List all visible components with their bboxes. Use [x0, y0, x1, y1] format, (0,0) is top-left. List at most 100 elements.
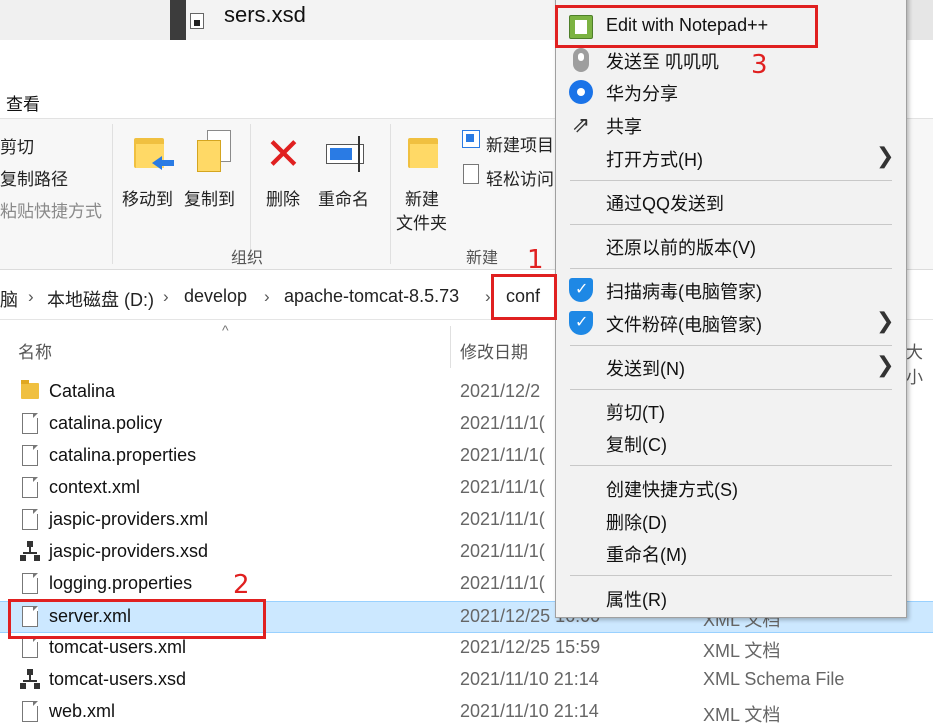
breadcrumb-item[interactable]: apache-tomcat-8.5.73 — [284, 286, 459, 307]
file-date: 2021/12/2 — [460, 381, 541, 401]
file-row[interactable]: web.xml 2021/11/10 21:14 XML 文档 — [0, 697, 933, 728]
menu-item-send-device[interactable]: 发送至 叽叽叽 — [556, 44, 906, 76]
menu-label: 删除(D) — [606, 513, 667, 533]
group-new-label: 新建 — [466, 250, 499, 267]
menu-separator — [570, 345, 892, 346]
move-to-label: 移动到 — [122, 190, 173, 209]
title-strip-left — [0, 0, 170, 40]
new-item-label: 新建项目 — [486, 136, 554, 155]
breadcrumb-separator[interactable]: › — [163, 287, 169, 307]
file-date: 2021/11/10 21:14 — [460, 669, 599, 689]
file-name: web.xml — [49, 701, 116, 721]
menu-item-properties[interactable]: 属性(R) — [556, 582, 906, 614]
breadcrumb-item[interactable]: develop — [184, 286, 247, 307]
menu-item-cut[interactable]: 剪切(T) — [556, 395, 906, 427]
menu-item-huawei-share[interactable]: 华为分享 — [556, 76, 906, 108]
new-folder-icon — [408, 134, 438, 168]
menu-item-share[interactable]: ⇗ 共享 — [556, 109, 906, 141]
annotation-number: 1 — [527, 245, 544, 275]
file-date: 2021/11/10 21:14 — [460, 701, 599, 721]
delete-label: 删除 — [266, 190, 300, 209]
menu-item-delete[interactable]: 删除(D) — [556, 505, 906, 537]
file-icon — [22, 413, 38, 434]
tab-title[interactable]: sers.xsd — [224, 2, 306, 28]
menu-label: 文件粉碎(电脑管家) — [606, 315, 762, 335]
menu-label: 剪切(T) — [606, 403, 665, 423]
menu-item-scan-virus[interactable]: 扫描病毒(电脑管家) — [556, 274, 906, 306]
menu-item-send-to[interactable]: 发送到(N) ❯ — [556, 351, 906, 383]
menu-label: 复制(C) — [606, 435, 667, 455]
file-name: catalina.policy — [49, 413, 163, 433]
menu-label: 重命名(M) — [606, 545, 687, 565]
menu-item-create-shortcut[interactable]: 创建快捷方式(S) — [556, 472, 906, 504]
menu-label: 还原以前的版本(V) — [606, 238, 756, 258]
file-icon — [22, 701, 38, 722]
copy-doc-icon — [197, 130, 233, 174]
file-date: 2021/11/1( — [460, 477, 545, 497]
cut-button[interactable]: 剪切 — [0, 133, 34, 158]
annotation-box-conf — [491, 274, 557, 320]
column-name[interactable]: 名称 — [18, 338, 52, 363]
file-name: context.xml — [49, 477, 141, 497]
file-icon — [22, 477, 38, 498]
breadcrumb-separator[interactable]: › — [485, 287, 491, 307]
file-date: 2021/11/1( — [460, 541, 545, 561]
menu-item-shred-file[interactable]: 文件粉碎(电脑管家) ❯ — [556, 307, 906, 339]
file-type: XML 文档 — [703, 641, 781, 661]
file-icon — [22, 509, 38, 530]
delete-x-icon: ✕ — [265, 130, 302, 179]
breadcrumb-item[interactable]: 本地磁盘 (D:) — [47, 286, 154, 312]
file-name: tomcat-users.xml — [49, 637, 187, 657]
file-icon — [22, 637, 38, 658]
menu-item-open-with[interactable]: 打开方式(H) ❯ — [556, 142, 906, 174]
menu-item-send-qq[interactable]: 通过QQ发送到 — [556, 186, 906, 218]
file-type: XML 文档 — [703, 705, 781, 725]
context-menu: Edit with Notepad++ 发送至 叽叽叽 华为分享 ⇗ 共享 打开… — [555, 0, 907, 618]
ribbon-separator — [250, 124, 251, 264]
tab-view[interactable]: 查看 — [6, 90, 40, 115]
menu-label: 共享 — [606, 117, 642, 137]
chevron-right-icon: ❯ — [876, 143, 895, 168]
column-divider[interactable] — [450, 326, 451, 368]
easy-access-icon — [463, 164, 479, 184]
share-icon: ⇗ — [571, 112, 591, 137]
file-row[interactable]: tomcat-users.xsd 2021/11/10 21:14 XML Sc… — [0, 665, 933, 697]
menu-label: 打开方式(H) — [606, 150, 703, 170]
new-folder-label-1: 新建 — [405, 190, 439, 209]
chevron-right-icon: ❯ — [876, 308, 895, 333]
huawei-share-icon — [569, 80, 593, 104]
menu-separator — [570, 465, 892, 466]
rename-label: 重命名 — [318, 190, 369, 209]
breadcrumb-item[interactable]: 脑 — [0, 286, 18, 312]
menu-label: 发送至 叽叽叽 — [606, 52, 720, 72]
arrow-left-icon — [152, 156, 174, 170]
ribbon-separator — [390, 124, 391, 264]
shield-icon — [569, 311, 593, 335]
copy-path-button[interactable]: 复制路径 — [0, 165, 68, 190]
breadcrumb-separator[interactable]: › — [264, 287, 270, 307]
menu-label: 发送到(N) — [606, 359, 685, 379]
breadcrumb-separator[interactable]: › — [28, 287, 34, 307]
file-name: tomcat-users.xsd — [49, 669, 187, 689]
menu-label: 属性(R) — [606, 590, 667, 610]
menu-label: 扫描病毒(电脑管家) — [606, 282, 762, 302]
file-date: 2021/12/25 15:59 — [460, 637, 601, 657]
column-date[interactable]: 修改日期 — [460, 338, 528, 363]
tab-edge — [170, 0, 186, 40]
menu-item-copy[interactable]: 复制(C) — [556, 427, 906, 459]
sort-caret-icon[interactable]: ^ — [222, 322, 229, 338]
file-name: logging.properties — [49, 573, 193, 593]
file-date: 2021/11/1( — [460, 413, 545, 433]
menu-label: 通过QQ发送到 — [606, 194, 725, 214]
menu-separator — [570, 180, 892, 181]
folder-icon — [21, 380, 39, 399]
paste-shortcut-button[interactable]: 粘贴快捷方式 — [0, 197, 102, 222]
file-date: 2021/11/1( — [460, 509, 545, 529]
menu-item-restore-versions[interactable]: 还原以前的版本(V) — [556, 230, 906, 262]
file-date: 2021/11/1( — [460, 573, 545, 593]
menu-item-rename[interactable]: 重命名(M) — [556, 537, 906, 569]
file-type: XML Schema File — [703, 669, 845, 689]
file-icon — [190, 13, 204, 29]
menu-separator — [570, 389, 892, 390]
file-name: Catalina — [49, 381, 116, 401]
